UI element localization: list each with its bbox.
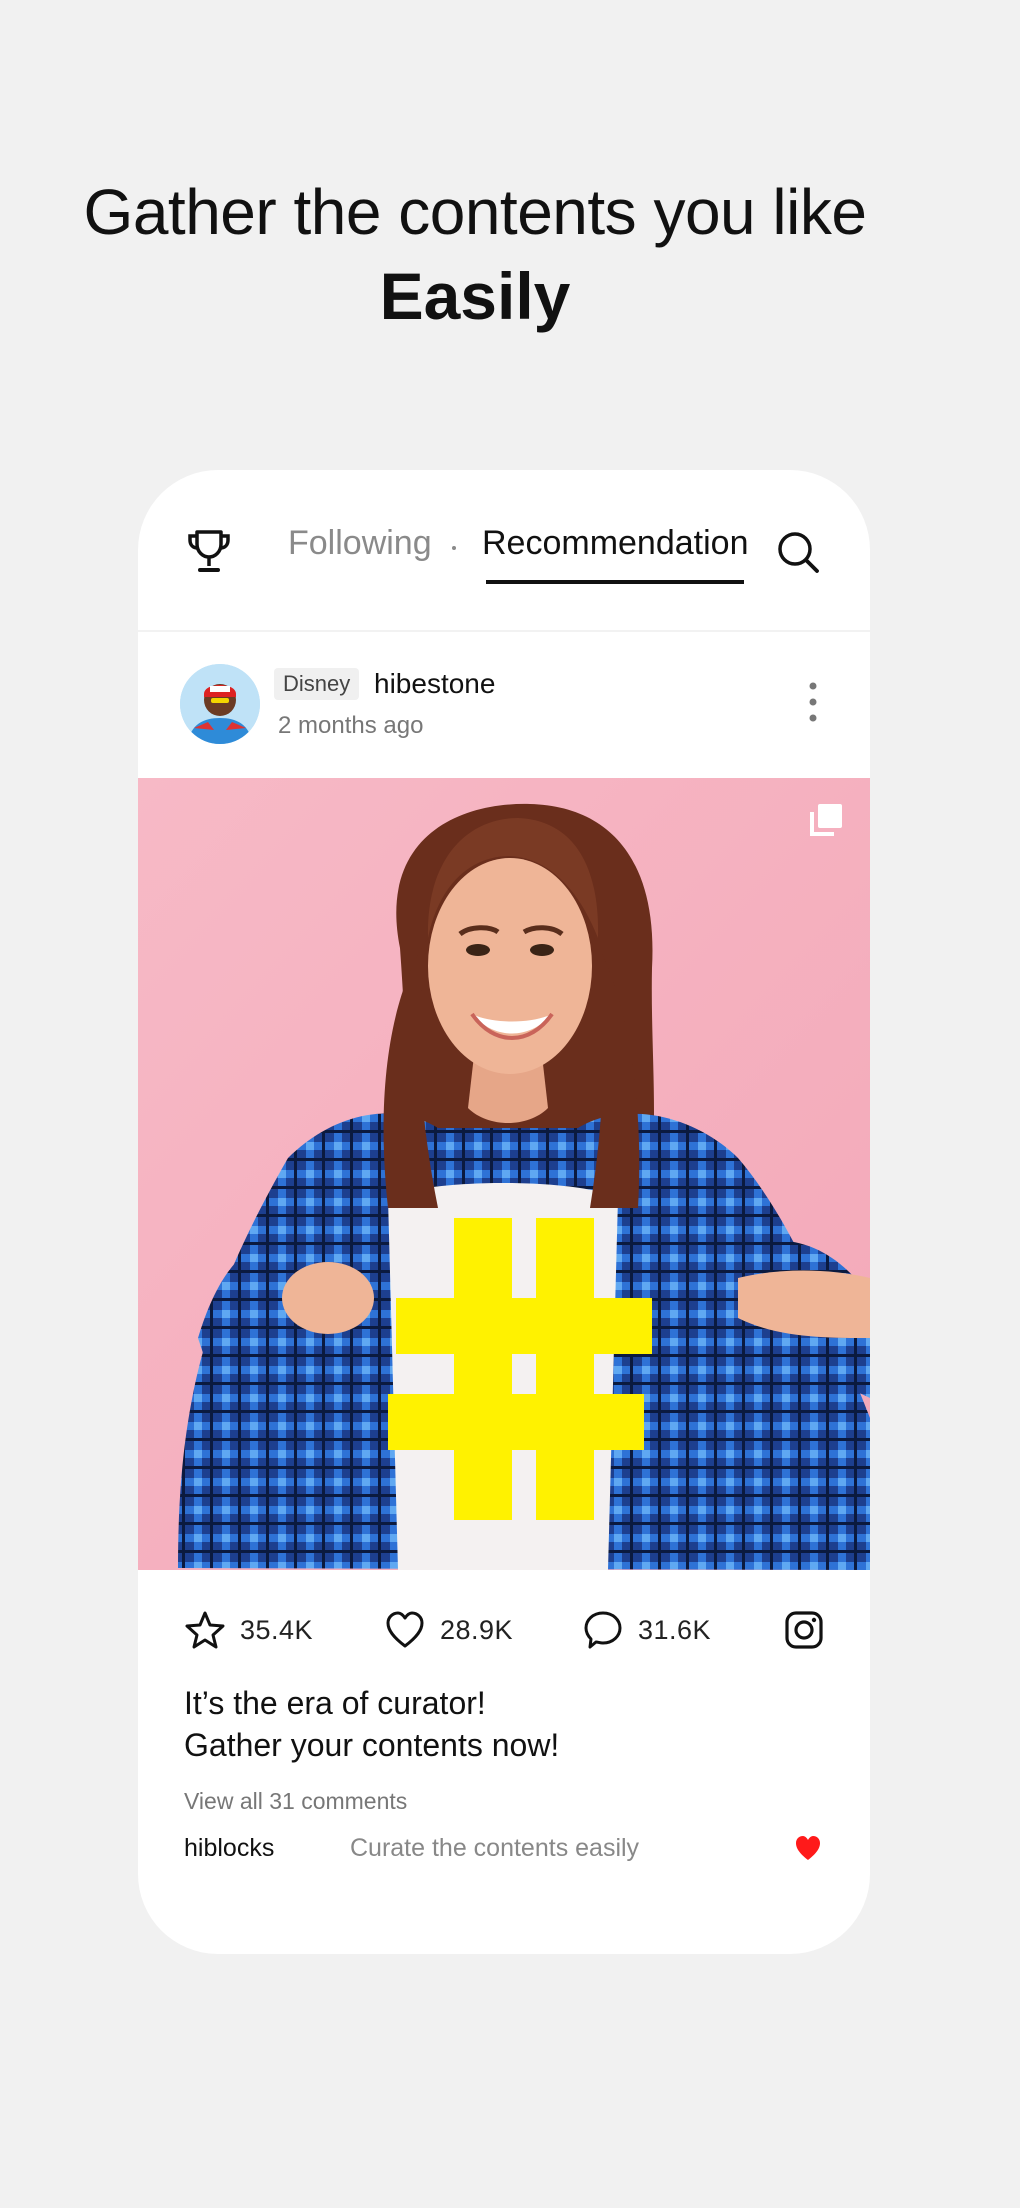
- post-image[interactable]: [138, 778, 870, 1570]
- comment-action[interactable]: 31.6K: [582, 1590, 711, 1670]
- more-vertical-icon[interactable]: [806, 680, 820, 724]
- star-icon: [185, 1611, 225, 1649]
- trophy-icon[interactable]: [184, 526, 234, 576]
- headline-line1: Gather the contents you like: [83, 176, 867, 248]
- tab-separator: [452, 546, 456, 550]
- star-count: 35.4K: [240, 1614, 314, 1645]
- post-actions: 35.4K 28.9K 31.6K: [138, 1590, 870, 1670]
- comment-icon: [584, 1611, 622, 1649]
- heart-icon: [386, 1611, 424, 1648]
- caption-line2: Gather your contents now!: [184, 1727, 560, 1763]
- headline-line2: Easily: [379, 259, 571, 333]
- like-action[interactable]: 28.9K: [384, 1590, 513, 1670]
- avatar-image: [180, 664, 260, 744]
- post-image-illustration: [138, 778, 870, 1570]
- top-bar: Following Recommendation: [138, 470, 870, 632]
- instagram-icon[interactable]: [784, 1610, 824, 1650]
- channel-badge[interactable]: Disney: [274, 668, 360, 700]
- avatar[interactable]: [180, 664, 260, 744]
- post-caption: It’s the era of curator! Gather your con…: [184, 1682, 559, 1766]
- comment-text: Curate the contents easily: [350, 1834, 640, 1862]
- post-time: 2 months ago: [278, 712, 424, 739]
- tab-following[interactable]: Following: [288, 524, 432, 563]
- caption-line1: It’s the era of curator!: [184, 1685, 486, 1721]
- multiple-images-icon: [810, 804, 842, 836]
- comment-username[interactable]: hiblocks: [184, 1834, 274, 1863]
- star-action[interactable]: 35.4K: [184, 1590, 313, 1670]
- username[interactable]: hibestone: [374, 668, 495, 700]
- phone-card: Following Recommendation Disney hibeston…: [138, 470, 870, 1954]
- post-header: Disney hibestone 2 months ago: [138, 632, 870, 772]
- view-all-comments-link[interactable]: View all 31 comments: [184, 1788, 407, 1815]
- tab-recommendation[interactable]: Recommendation: [482, 524, 748, 563]
- like-count: 28.9K: [440, 1614, 514, 1645]
- search-icon[interactable]: [774, 528, 822, 576]
- active-tab-indicator: [486, 580, 744, 584]
- comment-count: 31.6K: [638, 1614, 712, 1645]
- headline: Gather the contents you like Easily: [0, 170, 950, 338]
- comment-like-heart-icon[interactable]: [794, 1834, 822, 1862]
